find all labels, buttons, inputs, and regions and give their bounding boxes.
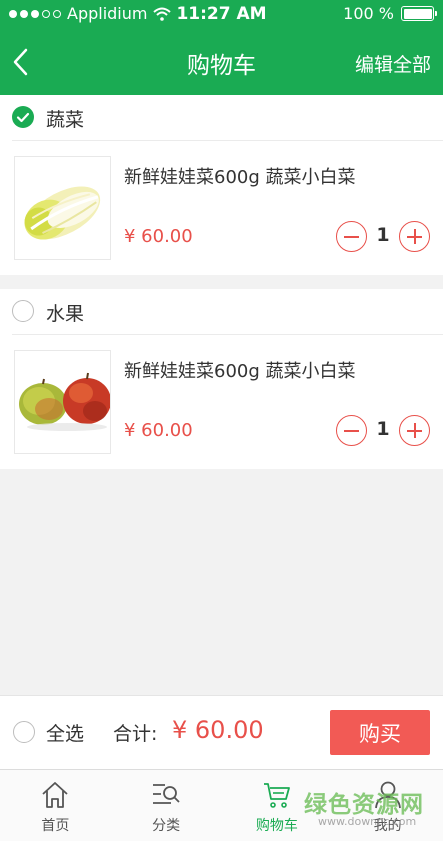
tab-label: 分类 — [152, 818, 181, 834]
cart-item: 新鲜娃娃菜600g 蔬菜小白菜 ¥ 60.00 1 — [0, 335, 443, 469]
increase-button[interactable] — [399, 415, 430, 446]
group-name: 蔬菜 — [46, 109, 85, 131]
quantity-stepper: 1 — [336, 415, 430, 447]
battery-percent: 100 % — [343, 4, 394, 23]
checkout-bar: 全选 合计: ¥ 60.00 购买 — [0, 695, 443, 769]
select-all-label[interactable]: 全选 — [46, 719, 84, 746]
tab-bar: 首页 分类 购物车 我的 — [0, 769, 443, 841]
product-image-cabbage[interactable] — [14, 156, 111, 260]
quantity-value: 1 — [376, 224, 390, 246]
buy-button[interactable]: 购买 — [330, 710, 430, 755]
cart-item: 新鲜娃娃菜600g 蔬菜小白菜 ¥ 60.00 1 — [0, 141, 443, 275]
group-header: 蔬菜 — [12, 95, 443, 141]
tab-label: 我的 — [373, 818, 402, 834]
quantity-stepper: 1 — [336, 221, 430, 253]
group-checkbox-checked[interactable] — [12, 106, 34, 128]
app-header: Applidium 11:27 AM 100 % 购物车 编辑全部 — [0, 0, 443, 95]
cart-group-vegetables: 蔬菜 新鲜娃娃菜600g 蔬菜小白菜 ¥ 60.00 1 — [0, 95, 443, 275]
battery-icon — [401, 6, 437, 21]
decrease-button[interactable] — [336, 415, 367, 446]
tab-label: 购物车 — [255, 818, 298, 834]
product-name[interactable]: 新鲜娃娃菜600g 蔬菜小白菜 — [124, 357, 356, 383]
status-bar: Applidium 11:27 AM 100 % — [0, 0, 443, 28]
product-price: ¥ 60.00 — [124, 420, 193, 441]
tab-cart[interactable]: 购物车 — [222, 770, 333, 841]
product-image-apples[interactable] — [14, 350, 111, 454]
tab-profile[interactable]: 我的 — [332, 770, 443, 841]
product-name[interactable]: 新鲜娃娃菜600g 蔬菜小白菜 — [124, 163, 356, 189]
group-header: 水果 — [12, 289, 443, 335]
tab-category[interactable]: 分类 — [111, 770, 222, 841]
increase-button[interactable] — [399, 221, 430, 252]
nav-bar: 购物车 编辑全部 — [0, 28, 443, 95]
cart-icon — [263, 783, 290, 808]
category-search-icon — [153, 784, 180, 804]
quantity-value: 1 — [376, 418, 390, 440]
tab-home[interactable]: 首页 — [0, 770, 111, 841]
product-price: ¥ 60.00 — [124, 226, 193, 247]
decrease-button[interactable] — [336, 221, 367, 252]
home-icon — [42, 782, 68, 808]
total-value: ¥ 60.00 — [172, 716, 264, 744]
total-label: 合计: — [113, 723, 158, 745]
checkmark-icon — [16, 112, 30, 123]
select-all-checkbox[interactable] — [13, 721, 35, 743]
edit-all-button[interactable]: 编辑全部 — [355, 50, 431, 77]
user-icon — [374, 781, 401, 809]
group-name: 水果 — [46, 303, 85, 325]
cart-group-fruit: 水果 新鲜娃娃菜600g 蔬菜小白菜 ¥ 60.00 1 — [0, 289, 443, 469]
status-right: 100 % — [343, 4, 437, 23]
group-checkbox-unchecked[interactable] — [12, 300, 34, 322]
tab-label: 首页 — [41, 818, 70, 834]
